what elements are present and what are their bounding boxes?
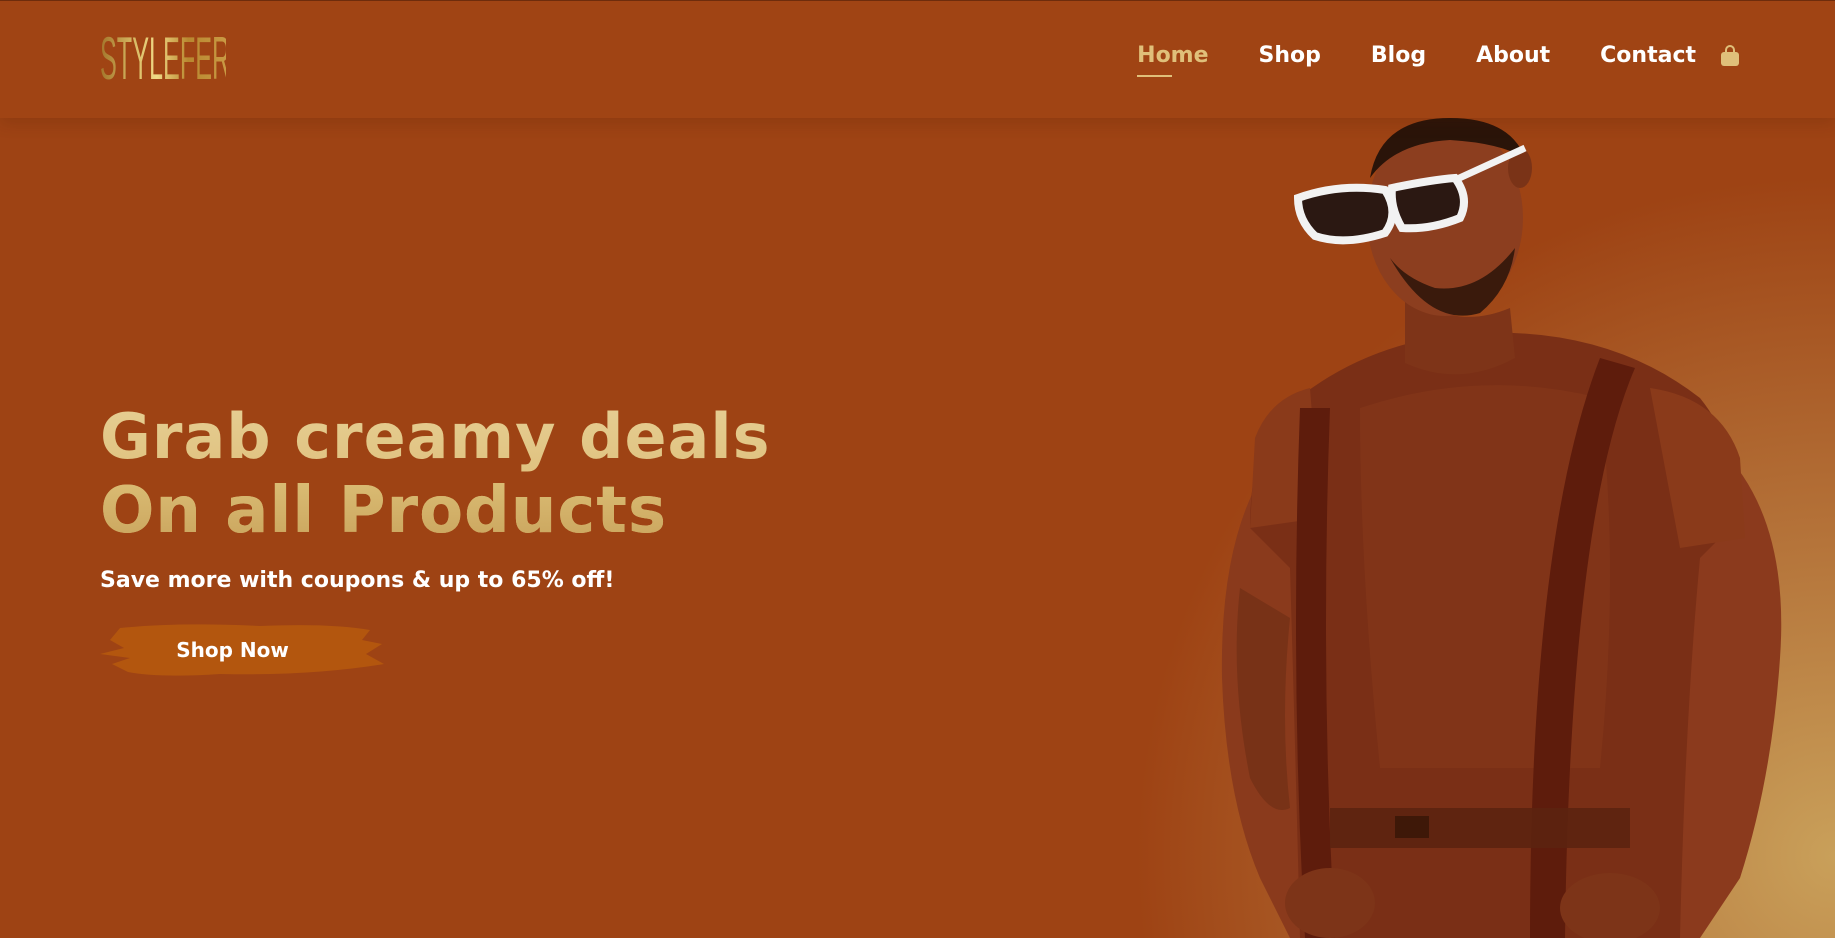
hero-headline-line2: On all Products	[100, 474, 668, 548]
hero-subtext: Save more with coupons & up to 65% off!	[100, 568, 615, 593]
nav-link-home[interactable]: Home	[1137, 43, 1209, 77]
main-nav: Home Shop Blog About Contact	[1087, 43, 1740, 77]
brand-logo-text: STYLEFER	[100, 25, 231, 92]
shop-now-button[interactable]: Shop Now	[100, 620, 390, 680]
brand-logo[interactable]: STYLEFER	[100, 29, 400, 89]
hero-model-image	[1221, 118, 1782, 938]
nav-link-shop[interactable]: Shop	[1259, 43, 1321, 68]
shopping-bag-icon[interactable]	[1720, 44, 1740, 68]
nav-link-blog[interactable]: Blog	[1371, 43, 1426, 68]
shop-now-label: Shop Now	[176, 638, 289, 662]
nav-link-contact[interactable]: Contact	[1600, 43, 1696, 68]
hero-headline: Grab creamy deals On all Products	[100, 400, 771, 548]
hero-headline-line1: Grab creamy deals	[100, 400, 771, 473]
hero-section: Grab creamy deals On all Products Save m…	[0, 118, 1835, 938]
nav-link-about[interactable]: About	[1476, 43, 1550, 68]
site-header: STYLEFER Home Shop Blog About Contact	[0, 0, 1835, 118]
